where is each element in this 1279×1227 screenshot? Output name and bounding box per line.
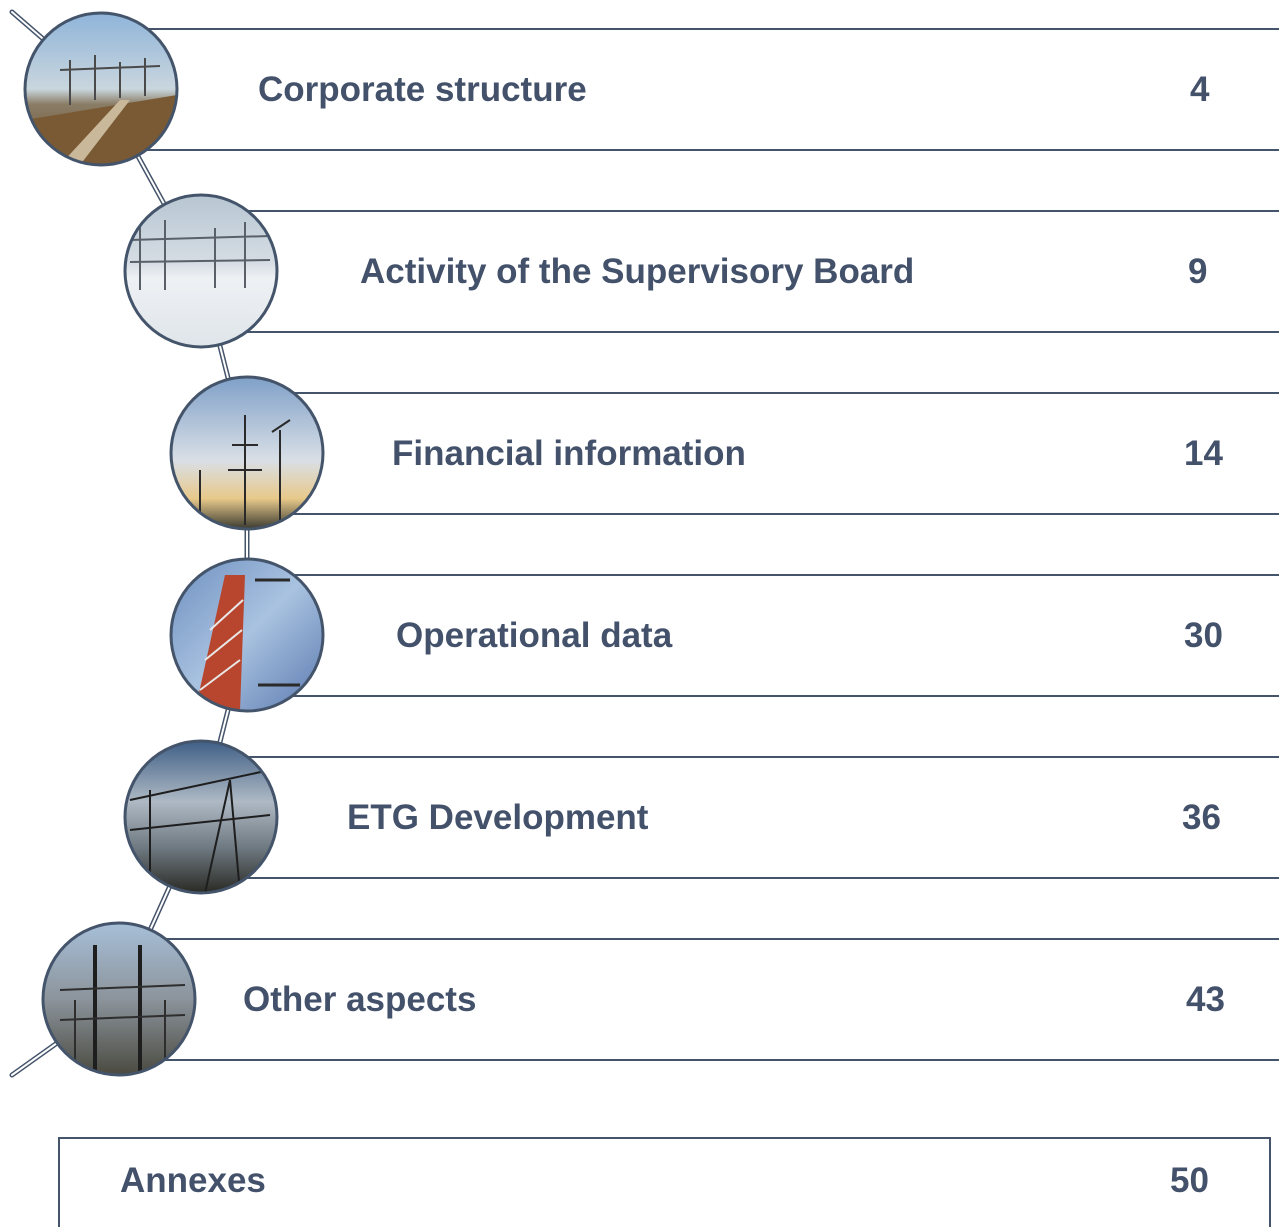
toc-item-label: Activity of the Supervisory Board <box>360 252 914 291</box>
toc-item-label: Financial information <box>392 434 746 473</box>
toc-item-label: Corporate structure <box>258 70 587 109</box>
toc-item-other-aspects[interactable]: Other aspects 43 <box>41 921 1279 1077</box>
toc-item-page: 4 <box>1190 70 1210 109</box>
timeline-rail <box>9 9 250 1078</box>
toc-item-etg-development[interactable]: ETG Development 36 <box>123 739 1279 895</box>
toc-item-corporate-structure[interactable]: Corporate structure 4 <box>23 11 1279 167</box>
toc-item-page: 14 <box>1184 434 1223 473</box>
power-pylon-sky-photo-icon <box>169 375 325 531</box>
toc-item-page: 36 <box>1182 798 1221 837</box>
toc-item-financial-information[interactable]: Financial information 14 <box>169 375 1279 531</box>
toc-item-annexes[interactable]: Annexes 50 <box>58 1137 1271 1227</box>
toc-item-label: Annexes <box>120 1161 266 1200</box>
toc-item-page: 30 <box>1184 616 1223 655</box>
power-lines-clouds-photo-icon <box>123 739 279 895</box>
toc-item-label: ETG Development <box>347 798 649 837</box>
toc-item-supervisory-board[interactable]: Activity of the Supervisory Board 9 <box>123 193 1279 349</box>
toc-item-page: 9 <box>1188 252 1207 291</box>
switchyard-photo-icon <box>41 921 197 1077</box>
table-of-contents: Corporate structure 4 Activity of the Su… <box>9 9 1279 1227</box>
toc-item-operational-data[interactable]: Operational data 30 <box>169 557 1279 713</box>
snowy-substation-photo-icon <box>123 193 279 349</box>
substation-photo-icon <box>23 11 179 167</box>
toc-item-page: 43 <box>1186 980 1225 1019</box>
toc-item-label: Other aspects <box>243 980 476 1019</box>
toc-item-page: 50 <box>1170 1161 1209 1200</box>
lattice-tower-photo-icon <box>169 557 325 713</box>
toc-item-label: Operational data <box>396 616 673 655</box>
